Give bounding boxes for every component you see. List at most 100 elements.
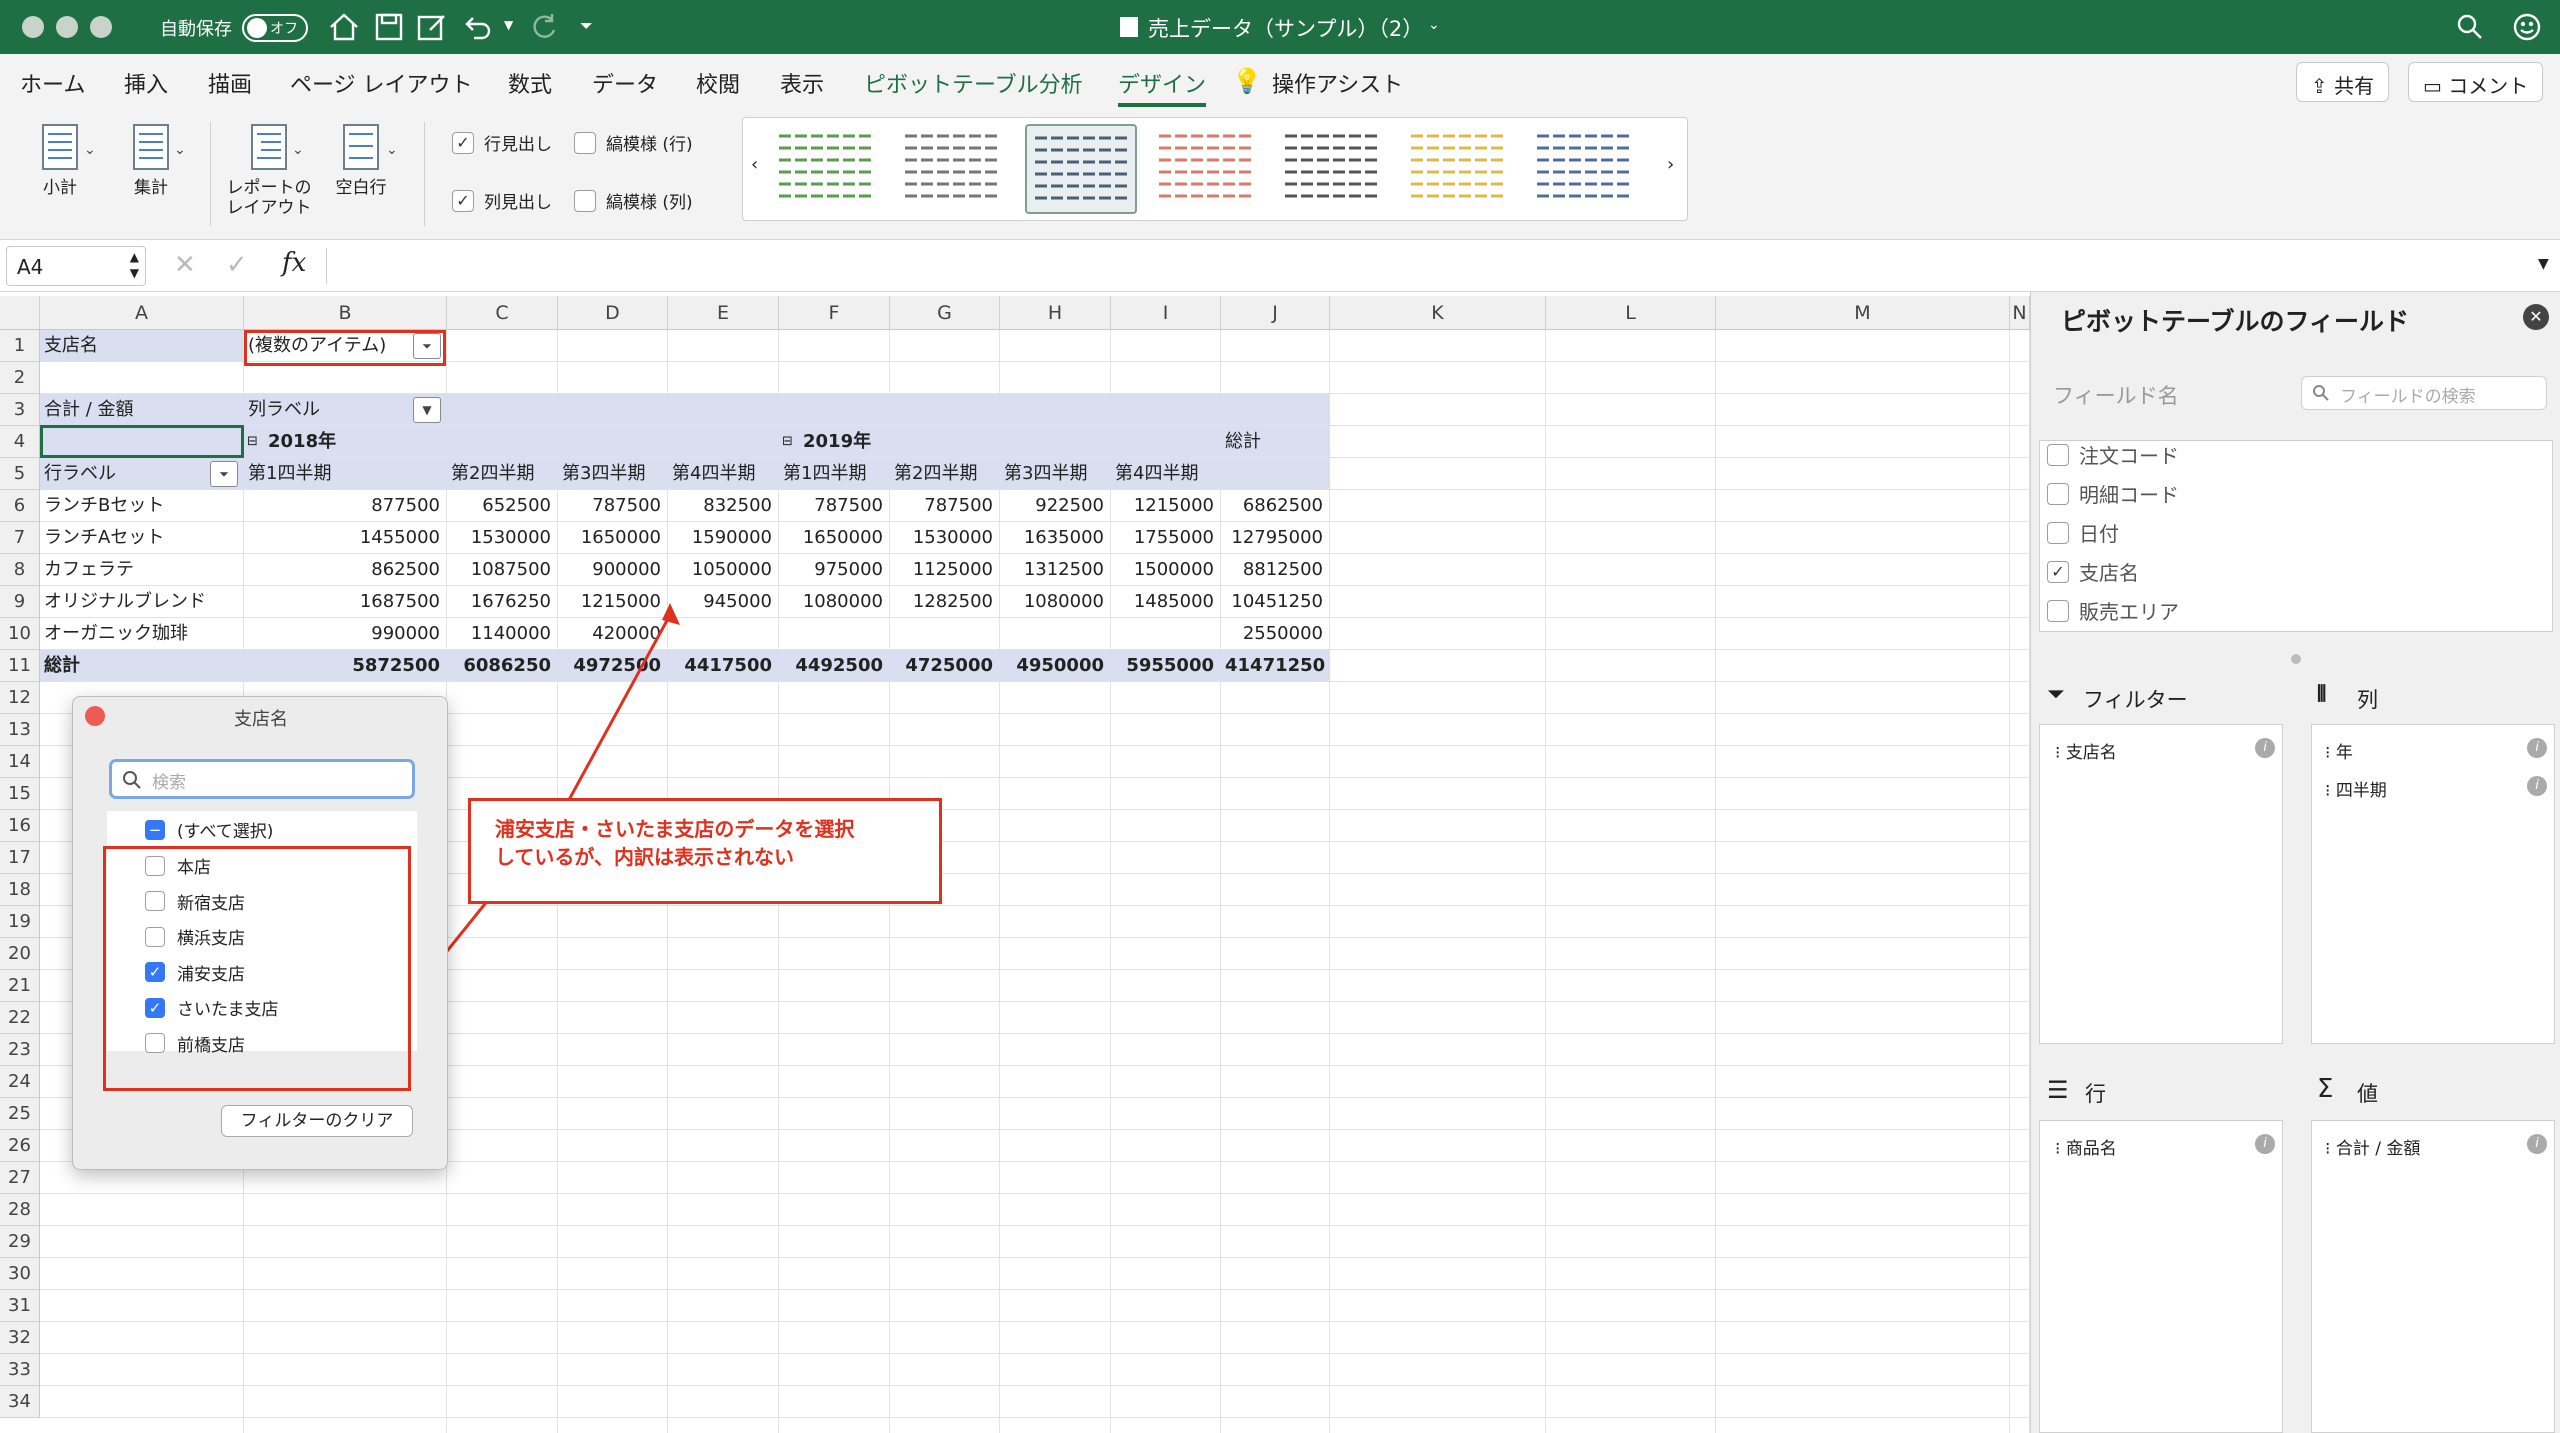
value-cell[interactable]: 1080000: [783, 586, 888, 617]
value-cell[interactable]: 1215000: [1115, 490, 1219, 521]
grand-total-cell[interactable]: 41471250: [1225, 650, 1328, 681]
row-header[interactable]: 16: [0, 810, 40, 842]
column-header[interactable]: A: [40, 296, 244, 330]
value-cell[interactable]: 1635000: [1004, 522, 1109, 553]
redo-icon[interactable]: [528, 12, 558, 42]
expand-formula-icon[interactable]: ▼: [2538, 256, 2549, 272]
info-icon[interactable]: i: [2255, 738, 2275, 758]
value-cell[interactable]: 1650000: [783, 522, 888, 553]
style-blue[interactable]: [1529, 124, 1641, 214]
tab-pivot-analyze[interactable]: ピボットテーブル分析: [864, 67, 1083, 99]
autosave-toggle[interactable]: オフ: [242, 14, 308, 42]
column-item-quarter[interactable]: ⁝ 四半期: [2325, 776, 2387, 801]
year-header-2018[interactable]: 2018年: [248, 426, 445, 457]
home-icon[interactable]: [328, 12, 360, 42]
value-cell[interactable]: 1455000: [248, 522, 445, 553]
value-cell[interactable]: 1530000: [894, 522, 998, 553]
row-header[interactable]: 26: [0, 1130, 40, 1162]
rows-area[interactable]: [2039, 1120, 2283, 1433]
value-cell[interactable]: 1080000: [1004, 586, 1109, 617]
value-cell[interactable]: 832500: [672, 490, 777, 521]
grand-total-cell[interactable]: 4972500: [562, 650, 666, 681]
row-header[interactable]: 23: [0, 1034, 40, 1066]
row-header[interactable]: 28: [0, 1194, 40, 1226]
quarter-header[interactable]: 第4四半期: [672, 458, 777, 489]
confirm-icon[interactable]: ✓: [226, 250, 248, 280]
row-header[interactable]: 19: [0, 906, 40, 938]
row-header[interactable]: 29: [0, 1226, 40, 1258]
values-area[interactable]: [2311, 1120, 2555, 1433]
column-item-year[interactable]: ⁝ 年: [2325, 738, 2353, 763]
column-header[interactable]: G: [890, 296, 1000, 330]
grand-total-cell[interactable]: 5872500: [248, 650, 445, 681]
row-header[interactable]: 27: [0, 1162, 40, 1194]
row-header[interactable]: 12: [0, 682, 40, 714]
clear-filter-button[interactable]: フィルターのクリア: [221, 1105, 413, 1137]
value-cell[interactable]: 1676250: [451, 586, 556, 617]
column-header[interactable]: F: [779, 296, 890, 330]
minimize-window-button[interactable]: [56, 16, 78, 38]
value-cell[interactable]: 945000: [672, 586, 777, 617]
tab-data[interactable]: データ: [592, 67, 658, 99]
quarter-header[interactable]: 第1四半期: [783, 458, 888, 489]
row-header[interactable]: 5: [0, 458, 40, 490]
field-checkbox[interactable]: ✓ 支店名: [2047, 557, 2139, 586]
value-cell[interactable]: 1485000: [1115, 586, 1219, 617]
row-header[interactable]: 1: [0, 330, 40, 362]
product-name-cell[interactable]: カフェラテ: [44, 554, 242, 585]
value-cell[interactable]: 1755000: [1115, 522, 1219, 553]
value-cell[interactable]: 900000: [562, 554, 666, 585]
grandtotal-button[interactable]: 集計: [116, 122, 186, 198]
value-cell[interactable]: 787500: [894, 490, 998, 521]
tab-insert[interactable]: 挿入: [124, 67, 168, 99]
save-icon[interactable]: [374, 12, 404, 42]
tab-design[interactable]: デザイン: [1118, 67, 1207, 107]
popup-search-input[interactable]: 検索: [109, 759, 415, 799]
tab-tell-me[interactable]: 操作アシスト: [1272, 67, 1403, 99]
style-green[interactable]: [771, 124, 883, 214]
name-box-stepper-icon[interactable]: ▲ ▼: [130, 249, 139, 281]
row-header[interactable]: 32: [0, 1322, 40, 1354]
value-cell[interactable]: 1282500: [894, 586, 998, 617]
row-header[interactable]: 31: [0, 1290, 40, 1322]
subtotal-dropdown-icon[interactable]: ⌄: [84, 142, 96, 158]
value-cell[interactable]: 1125000: [894, 554, 998, 585]
value-cell[interactable]: 787500: [562, 490, 666, 521]
row-header[interactable]: 24: [0, 1066, 40, 1098]
value-cell[interactable]: 1140000: [451, 618, 556, 649]
grand-total-label[interactable]: 総計: [44, 650, 242, 681]
quarter-header[interactable]: 第2四半期: [451, 458, 556, 489]
column-header[interactable]: H: [1000, 296, 1111, 330]
tab-review[interactable]: 校閲: [696, 67, 740, 99]
smiley-icon[interactable]: [2512, 12, 2542, 42]
product-name-cell[interactable]: ランチBセット: [44, 490, 242, 521]
row-header[interactable]: 13: [0, 714, 40, 746]
blank-rows-button[interactable]: 空白行: [326, 122, 396, 198]
value-cell[interactable]: 12795000: [1225, 522, 1328, 553]
value-cell[interactable]: 862500: [248, 554, 445, 585]
info-icon[interactable]: i: [2527, 1134, 2547, 1154]
share-button[interactable]: ⇪ 共有: [2296, 62, 2390, 102]
product-name-cell[interactable]: オーガニック珈琲: [44, 618, 242, 649]
field-checkbox[interactable]: 販売エリア: [2047, 596, 2179, 625]
quarter-header[interactable]: 第1四半期: [248, 458, 445, 489]
value-cell[interactable]: 975000: [783, 554, 888, 585]
value-cell[interactable]: 787500: [783, 490, 888, 521]
report-layout-dropdown-icon[interactable]: ⌄: [292, 142, 304, 158]
row-header[interactable]: 18: [0, 874, 40, 906]
select-all-checkbox[interactable]: − (すべて選択): [145, 817, 273, 842]
row-headers-checkbox[interactable]: ✓ 行見出し: [452, 130, 552, 155]
style-gray[interactable]: [897, 124, 1009, 214]
row-header[interactable]: 34: [0, 1386, 40, 1418]
value-cell[interactable]: 877500: [248, 490, 445, 521]
collapse-icon[interactable]: ⊟: [782, 426, 793, 457]
style-yellow[interactable]: [1403, 124, 1515, 214]
column-header[interactable]: K: [1330, 296, 1546, 330]
value-item-sum[interactable]: ⁝ 合計 / 金額: [2325, 1134, 2420, 1159]
subtotal-button[interactable]: 小計: [22, 122, 98, 198]
grand-total-cell[interactable]: 4492500: [783, 650, 888, 681]
field-checkbox[interactable]: 明細コード: [2047, 479, 2179, 508]
collapse-icon[interactable]: ⊟: [247, 426, 258, 457]
style-dark[interactable]: [1277, 124, 1389, 214]
info-icon[interactable]: i: [2527, 776, 2547, 796]
